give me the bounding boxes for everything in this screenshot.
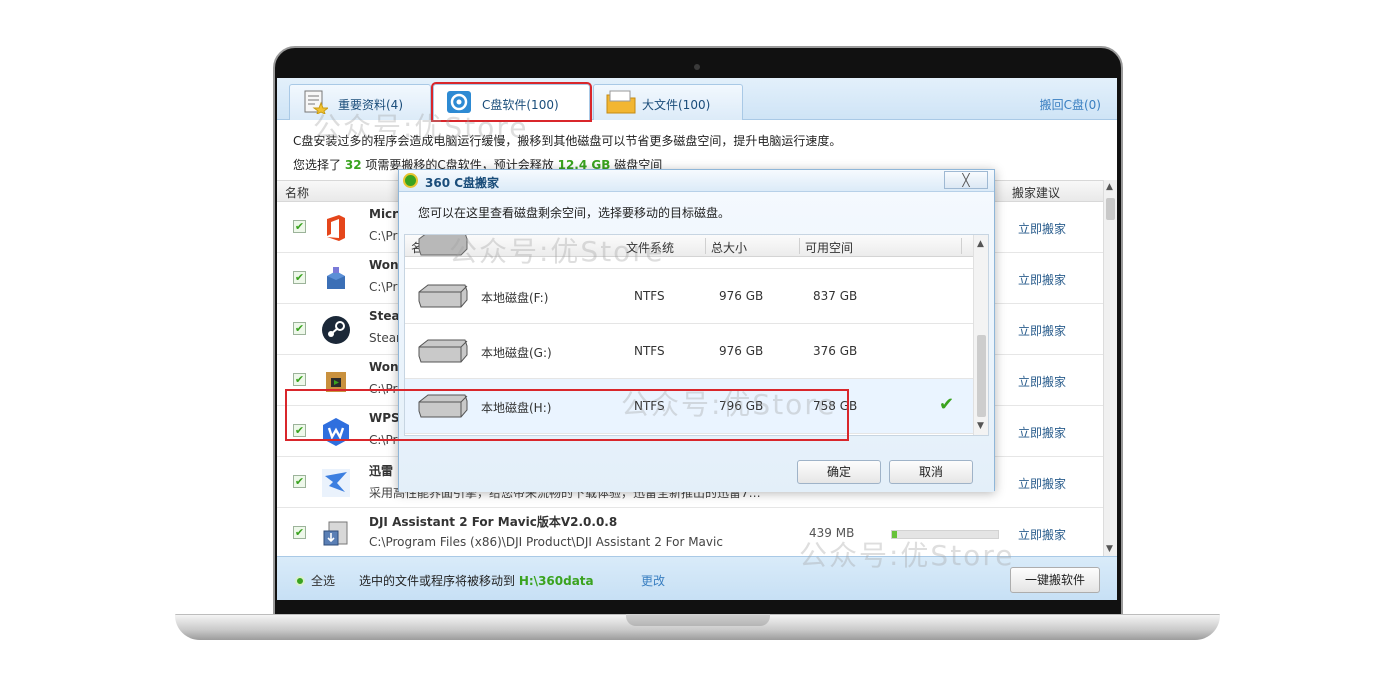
row-checkbox[interactable]: ✔ <box>293 373 306 386</box>
camera-icon <box>694 64 700 70</box>
box-icon <box>327 267 345 289</box>
move-now-link[interactable]: 立即搬家 <box>1018 424 1066 441</box>
footer-bar: 全选 选中的文件或程序将被移动到 H:\360data 更改 一键搬软件 <box>277 556 1117 600</box>
app-window: 重要资料(4) C盘软件(100) 大文件(100) 搬回C盘(0) C盘安装过… <box>277 78 1117 600</box>
dialog-description: 您可以在这里查看磁盘剩余空间，选择要移动的目标磁盘。 <box>418 206 731 220</box>
move-destination-text: 选中的文件或程序将被移动到 H:\360data <box>359 572 594 589</box>
disk-c-icon <box>447 91 471 113</box>
drive-table-scrollbar[interactable]: ▲ ▼ <box>973 235 988 435</box>
tab-label: 大文件(100) <box>642 98 711 112</box>
summary-prefix: 您选择了 <box>293 158 342 172</box>
office-icon <box>327 215 345 241</box>
dialog-titlebar[interactable]: 360 C盘搬家 ╳ <box>399 170 994 192</box>
dialog-title: 360 C盘搬家 <box>425 176 500 190</box>
column-advice[interactable]: 搬家建议 <box>1012 184 1060 201</box>
cancel-button[interactable]: 取消 <box>889 460 973 484</box>
scroll-up-icon[interactable]: ▲ <box>1106 182 1113 192</box>
close-button[interactable]: ╳ <box>944 171 988 189</box>
tab-important-files[interactable]: 重要资料(4) <box>289 84 431 120</box>
size-bar <box>891 530 999 539</box>
move-now-link[interactable]: 立即搬家 <box>1018 373 1066 390</box>
drive-row[interactable]: 本地磁盘(F:) NTFS 976 GB 837 GB <box>405 269 973 324</box>
drive-row-partial <box>405 235 973 269</box>
move-prefix: 选中的文件或程序将被移动到 <box>359 574 516 588</box>
app-name: Won <box>369 360 399 374</box>
row-checkbox[interactable]: ✔ <box>293 271 306 284</box>
tab-label: C盘软件(100) <box>482 98 559 112</box>
app-path: C:\Pr <box>369 280 398 294</box>
summary-count: 32 <box>344 158 362 172</box>
laptop-notch <box>626 614 770 626</box>
app-path: C:\Pr <box>369 229 398 243</box>
select-all-toggle[interactable]: 全选 <box>295 572 335 589</box>
app-size: 439 MB <box>809 526 855 540</box>
size-bar-fill <box>892 531 898 538</box>
checkmark-icon: ✔ <box>939 394 955 415</box>
drive-fs: NTFS <box>634 344 665 358</box>
tab-label: 重要资料(4) <box>338 98 403 112</box>
row-checkbox[interactable]: ✔ <box>293 322 306 335</box>
description-text: C盘安装过多的程序会造成电脑运行缓慢，搬移到其他磁盘可以节省更多磁盘空间，提升电… <box>293 134 842 148</box>
restore-to-c-link[interactable]: 搬回C盘(0) <box>1040 96 1101 113</box>
change-path-link[interactable]: 更改 <box>641 572 665 589</box>
tab-bar: 重要资料(4) C盘软件(100) 大文件(100) 搬回C盘(0) <box>277 78 1117 122</box>
drive-free: 376 GB <box>813 344 858 358</box>
ok-button[interactable]: 确定 <box>797 460 881 484</box>
select-all-dot-icon <box>295 576 305 586</box>
scroll-up-icon[interactable]: ▲ <box>977 239 984 249</box>
drive-free: 837 GB <box>813 289 858 303</box>
move-now-link[interactable]: 立即搬家 <box>1018 220 1066 237</box>
drive-row[interactable]: 本地磁盘(G:) NTFS 976 GB 376 GB <box>405 324 973 379</box>
app-name: Won <box>369 258 399 272</box>
move-now-link[interactable]: 立即搬家 <box>1018 526 1066 543</box>
move-now-link[interactable]: 立即搬家 <box>1018 322 1066 339</box>
row-checkbox[interactable]: ✔ <box>293 220 306 233</box>
hard-drive-icon <box>418 284 468 308</box>
installer-icon <box>323 521 348 546</box>
tab-large-files[interactable]: 大文件(100) <box>593 84 743 120</box>
column-name[interactable]: 名称 <box>285 184 309 201</box>
c-drive-move-dialog: 360 C盘搬家 ╳ 您可以在这里查看磁盘剩余空间，选择要移动的目标磁盘。 名称… <box>398 169 995 492</box>
app-name: Stea <box>369 309 400 323</box>
drive-name: 本地磁盘(F:) <box>481 291 549 305</box>
app-name: DJI Assistant 2 For Mavic版本V2.0.0.8 <box>369 515 618 529</box>
scroll-down-icon[interactable]: ▼ <box>977 421 984 431</box>
app-path: C:\Program Files (x86)\DJI Product\DJI A… <box>369 535 723 549</box>
drive-fs: NTFS <box>634 289 665 303</box>
xunlei-icon <box>322 469 350 497</box>
move-path: H:\360data <box>518 574 594 588</box>
app-name: 迅雷 <box>369 464 394 478</box>
scroll-thumb[interactable] <box>1106 198 1115 220</box>
select-all-label: 全选 <box>311 574 336 588</box>
list-row[interactable]: ✔ DJI Assistant 2 For Mavic版本V2.0.0.8 C:… <box>277 508 1103 559</box>
hard-drive-icon <box>418 235 468 256</box>
scroll-down-icon[interactable]: ▼ <box>1106 544 1113 554</box>
row-checkbox[interactable]: ✔ <box>293 475 306 488</box>
drive-total: 976 GB <box>719 344 764 358</box>
row-checkbox[interactable]: ✔ <box>293 526 306 539</box>
dialog-body: 您可以在这里查看磁盘剩余空间，选择要移动的目标磁盘。 名称 文件系统 总大小 可… <box>399 192 994 492</box>
folder-icon <box>606 90 636 114</box>
selected-drive-highlight <box>285 389 849 441</box>
list-scrollbar[interactable]: ▲ ▼ <box>1103 180 1117 556</box>
move-now-link[interactable]: 立即搬家 <box>1018 271 1066 288</box>
drive-name: 本地磁盘(G:) <box>481 346 552 360</box>
tab-c-drive-software[interactable]: C盘软件(100) <box>431 82 592 122</box>
hard-drive-icon <box>418 339 468 363</box>
move-now-link[interactable]: 立即搬家 <box>1018 475 1066 492</box>
steam-icon <box>322 316 350 344</box>
scroll-thumb[interactable] <box>977 335 986 417</box>
one-key-move-button[interactable]: 一键搬软件 <box>1010 567 1100 593</box>
drive-total: 976 GB <box>719 289 764 303</box>
app-path: Stear <box>369 331 401 345</box>
360-logo-icon <box>403 173 418 188</box>
document-star-icon <box>304 90 328 114</box>
